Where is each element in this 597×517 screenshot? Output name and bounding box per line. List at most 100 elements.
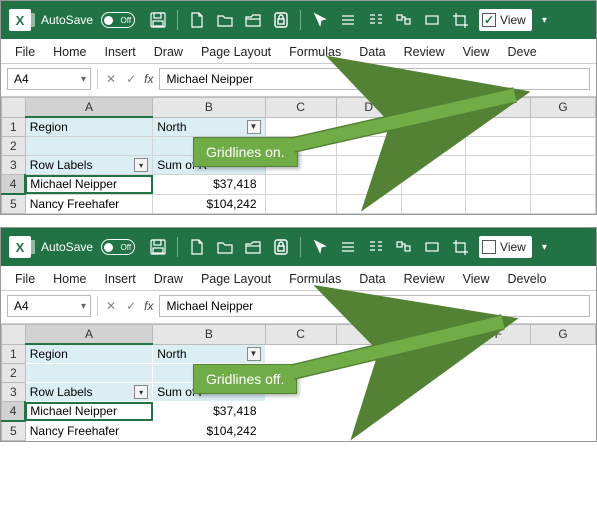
cell[interactable]: [265, 175, 336, 195]
crop-icon[interactable]: [451, 238, 469, 256]
view-gridlines-checkbox[interactable]: View: [479, 9, 532, 31]
row-header-4[interactable]: 4: [2, 402, 26, 422]
cell[interactable]: [531, 344, 596, 364]
filter-dropdown-icon[interactable]: ▾: [134, 385, 148, 399]
cell[interactable]: [401, 364, 466, 383]
worksheet-grid[interactable]: A B C D E F G 1 Region North▼ 2 3 R: [1, 97, 596, 214]
cell-a3[interactable]: Row Labels▾: [25, 156, 152, 175]
shape-icon[interactable]: [423, 11, 441, 29]
col-header-g[interactable]: G: [531, 325, 596, 345]
col-header-f[interactable]: F: [466, 98, 531, 118]
formula-input[interactable]: Michael Neipper: [159, 295, 590, 317]
cell[interactable]: [336, 421, 401, 441]
tab-data[interactable]: Data: [359, 45, 385, 59]
col-header-d[interactable]: D: [336, 325, 401, 345]
lock-icon[interactable]: [272, 238, 290, 256]
cell-b5[interactable]: $104,242: [153, 421, 265, 441]
autosave-toggle[interactable]: Off: [101, 12, 135, 28]
cell[interactable]: [265, 344, 336, 364]
col-header-b[interactable]: B: [153, 325, 265, 345]
cell[interactable]: [25, 137, 152, 156]
cell[interactable]: [401, 117, 466, 137]
qat-dropdown-icon[interactable]: ▾: [542, 15, 547, 26]
cell[interactable]: [336, 344, 401, 364]
cell[interactable]: [401, 421, 466, 441]
cell[interactable]: [336, 383, 401, 402]
row-header-1[interactable]: 1: [2, 117, 26, 137]
folder-icon[interactable]: [244, 11, 262, 29]
save-icon[interactable]: [149, 11, 167, 29]
cell[interactable]: [265, 402, 336, 422]
tab-review[interactable]: Review: [404, 45, 445, 59]
enter-icon[interactable]: ✓: [124, 299, 138, 313]
cell[interactable]: [466, 421, 531, 441]
col-header-f[interactable]: F: [466, 325, 531, 345]
enter-icon[interactable]: ✓: [124, 72, 138, 86]
tab-home[interactable]: Home: [53, 45, 86, 59]
lock-icon[interactable]: [272, 11, 290, 29]
cell-b1[interactable]: North▼: [153, 117, 265, 137]
tab-draw[interactable]: Draw: [154, 45, 183, 59]
autosave-toggle[interactable]: Off: [101, 239, 135, 255]
cell[interactable]: [336, 137, 401, 156]
tab-insert[interactable]: Insert: [105, 272, 136, 286]
cell[interactable]: [531, 137, 596, 156]
cell[interactable]: [401, 344, 466, 364]
col-header-g[interactable]: G: [531, 98, 596, 118]
tab-insert[interactable]: Insert: [105, 45, 136, 59]
tab-page-layout[interactable]: Page Layout: [201, 45, 271, 59]
cell[interactable]: [531, 402, 596, 422]
cell[interactable]: [336, 117, 401, 137]
cell[interactable]: [466, 344, 531, 364]
align-icon[interactable]: [339, 238, 357, 256]
row-header-3[interactable]: 3: [2, 156, 26, 175]
row-header-3[interactable]: 3: [2, 383, 26, 402]
tab-draw[interactable]: Draw: [154, 272, 183, 286]
tab-file[interactable]: File: [15, 45, 35, 59]
cell-b4[interactable]: $37,418: [153, 402, 265, 422]
tab-view[interactable]: View: [463, 272, 490, 286]
cell[interactable]: [265, 156, 336, 175]
cell[interactable]: [466, 402, 531, 422]
cell-b3[interactable]: Sum of F: [153, 383, 265, 402]
row-header-5[interactable]: 5: [2, 421, 26, 441]
worksheet-grid[interactable]: A B C D E F G 1 Region North▼ 2 3 R: [1, 324, 596, 441]
cell[interactable]: [336, 156, 401, 175]
tab-formulas[interactable]: Formulas: [289, 272, 341, 286]
filter-dropdown-icon[interactable]: ▼: [247, 120, 261, 134]
cell-a4-selected[interactable]: Michael Neipper: [25, 402, 152, 422]
col-header-a[interactable]: A: [25, 98, 152, 118]
view-gridlines-checkbox[interactable]: View: [479, 236, 532, 258]
cell[interactable]: [531, 194, 596, 214]
indent-icon[interactable]: [367, 238, 385, 256]
fx-icon[interactable]: fx: [144, 72, 153, 86]
cursor-icon[interactable]: [311, 11, 329, 29]
cell[interactable]: [401, 402, 466, 422]
col-header-b[interactable]: B: [153, 98, 265, 118]
cell[interactable]: [531, 175, 596, 195]
cell[interactable]: [531, 364, 596, 383]
new-file-icon[interactable]: [188, 238, 206, 256]
row-header-2[interactable]: 2: [2, 137, 26, 156]
cell[interactable]: [25, 364, 152, 383]
cell[interactable]: [531, 421, 596, 441]
tab-file[interactable]: File: [15, 272, 35, 286]
cell[interactable]: [265, 421, 336, 441]
row-header-2[interactable]: 2: [2, 364, 26, 383]
cell[interactable]: [401, 137, 466, 156]
tab-review[interactable]: Review: [404, 272, 445, 286]
cell[interactable]: [531, 117, 596, 137]
cell-b1[interactable]: North▼: [153, 344, 265, 364]
row-header-5[interactable]: 5: [2, 194, 26, 214]
cursor-icon[interactable]: [311, 238, 329, 256]
cell-a5[interactable]: Nancy Freehafer: [25, 194, 152, 214]
cell-a1[interactable]: Region: [25, 117, 152, 137]
cell[interactable]: [466, 364, 531, 383]
cell[interactable]: [401, 156, 466, 175]
cell[interactable]: [265, 137, 336, 156]
cell[interactable]: [336, 402, 401, 422]
col-header-c[interactable]: C: [265, 98, 336, 118]
cell[interactable]: [153, 364, 265, 383]
group-icon[interactable]: [395, 238, 413, 256]
cell-a3[interactable]: Row Labels▾: [25, 383, 152, 402]
